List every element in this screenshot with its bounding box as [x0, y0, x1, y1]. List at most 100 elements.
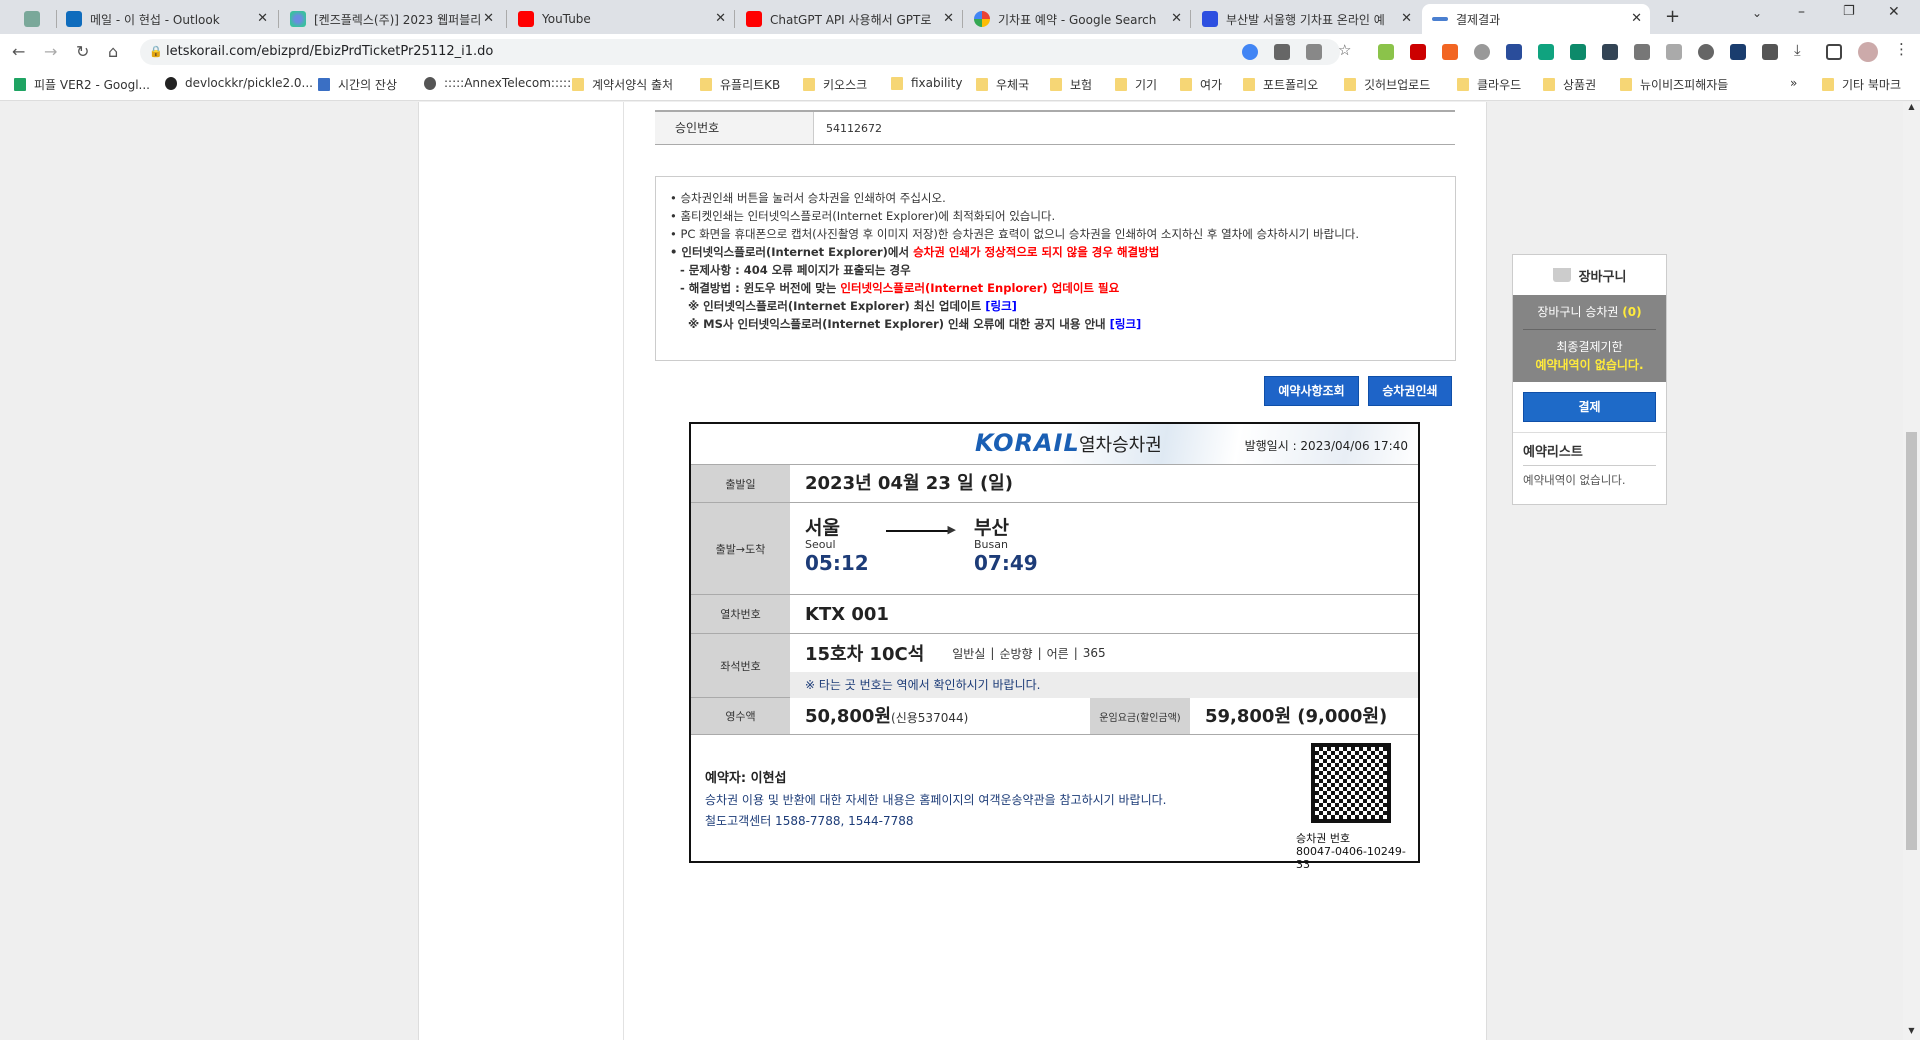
extension-icon[interactable] [1506, 44, 1522, 60]
forward-icon[interactable]: → [44, 42, 57, 61]
puzzle-icon[interactable] [1762, 44, 1778, 60]
close-tab-icon[interactable]: ✕ [257, 11, 268, 26]
tab-payment-result[interactable]: 결제결과 ✕ [1422, 4, 1650, 34]
ie-update-link[interactable]: [링크] [985, 299, 1017, 313]
cart-title: 장바구니 [1578, 269, 1627, 285]
close-tab-icon[interactable]: ✕ [943, 11, 954, 26]
tab-outlook[interactable]: 메일 - 이 현섭 - Outlook ✕ [56, 4, 276, 34]
menu-icon[interactable]: ⋮ [1894, 40, 1910, 58]
ms-notice-link[interactable]: [링크] [1110, 317, 1142, 331]
reservation-inquiry-button[interactable]: 예약사항조회 [1264, 376, 1359, 406]
folder-icon [891, 76, 903, 90]
bookmark-folder[interactable]: 뉴이비즈피해자들 [1620, 76, 1728, 93]
extension-icon[interactable] [1570, 44, 1586, 60]
folder-icon [1243, 78, 1255, 91]
back-icon[interactable]: ← [12, 42, 25, 61]
bookmark-folder[interactable]: 키오스크 [803, 76, 867, 93]
notice-line: • 인터넷익스플로러(Internet Explorer)에서 승차권 인쇄가 … [670, 245, 1160, 259]
bookmarks-bar: 피플 VER2 - Googl... devlockkr/pickle2.0..… [0, 68, 1920, 101]
restore-button[interactable]: ❐ [1843, 4, 1855, 19]
tab-bar: 메일 - 이 현섭 - Outlook ✕ [켄즈플렉스(주)] 2023 웹퍼블… [0, 0, 1920, 34]
bookmark-folder[interactable]: 보험 [1050, 76, 1092, 93]
avatar[interactable] [1858, 42, 1878, 62]
bookmark-item[interactable]: :::::AnnexTelecom::::: [424, 76, 571, 90]
bookmark-item[interactable]: 시간의 잔상 [318, 76, 397, 93]
extension-icon[interactable] [1538, 44, 1554, 60]
tab-chatgpt-api[interactable]: ChatGPT API 사용해서 GPT로 ✕ [736, 4, 962, 34]
close-tab-icon[interactable]: ✕ [1401, 11, 1412, 26]
bookmark-folder[interactable]: 포트폴리오 [1243, 76, 1318, 93]
tab-search-icon[interactable]: ⌄ [1752, 6, 1762, 20]
lock-icon: 🔒 [149, 45, 163, 58]
bookmark-folder[interactable]: 깃허브업로드 [1344, 76, 1430, 93]
address-bar-row: ← → ↻ ⌂ 🔒 letskorail.com/ebizprd/EbizPrdT… [0, 34, 1920, 68]
scrollbar-thumb[interactable] [1906, 432, 1917, 850]
notice-line: - 문제사항 : 404 오류 페이지가 표출되는 경우 [680, 263, 911, 277]
close-tab-icon[interactable]: ✕ [483, 11, 494, 26]
bookmark-item[interactable]: devlockkr/pickle2.0... [165, 76, 313, 90]
extension-icon[interactable] [1442, 44, 1458, 60]
issued-datetime: 발행일시 : 2023/04/06 17:40 [1244, 439, 1408, 453]
notice-line: ※ MS사 인터넷익스플로러(Internet Explorer) 인쇄 오류에… [688, 317, 1142, 331]
departure-station: 서울 Seoul 05:12 [805, 517, 869, 575]
minimize-button[interactable]: – [1798, 4, 1805, 20]
arrival-station: 부산 Busan 07:49 [974, 517, 1038, 575]
scroll-up-icon[interactable]: ▲ [1903, 102, 1920, 111]
bookmark-folder[interactable]: 여가 [1180, 76, 1222, 93]
scrollbar[interactable]: ▲ ▼ [1903, 102, 1920, 1040]
folder-icon [803, 78, 815, 91]
download-icon[interactable]: ⤓ [1794, 41, 1810, 59]
star-icon[interactable]: ☆ [1338, 41, 1354, 59]
customer-center: 철도고객센터 1588-7788, 1544-7788 [705, 814, 914, 828]
tab-google-search[interactable]: 기차표 예약 - Google Search ✕ [964, 4, 1190, 34]
tab-busan-seoul[interactable]: 부산발 서울행 기차표 온라인 예 ✕ [1192, 4, 1420, 34]
bookmark-folder[interactable]: 클라우드 [1457, 76, 1521, 93]
bookmark-item[interactable]: 피플 VER2 - Googl... [14, 76, 150, 93]
home-icon[interactable]: ⌂ [108, 42, 118, 61]
new-tab-button[interactable]: + [1665, 6, 1680, 27]
extension-icon[interactable] [1378, 44, 1394, 60]
scroll-down-icon[interactable]: ▼ [1903, 1026, 1920, 1035]
reload-icon[interactable]: ↻ [76, 42, 89, 61]
bookmark-folder[interactable]: 계약서양식 출처 [572, 76, 673, 93]
pdf-icon[interactable] [1410, 44, 1426, 60]
google-lens-icon[interactable] [1242, 44, 1258, 60]
extension-icon[interactable] [1730, 44, 1746, 60]
bookmark-folder[interactable]: 상품권 [1543, 76, 1596, 93]
bookmark-folder[interactable]: 우체국 [976, 76, 1029, 93]
print-ticket-button[interactable]: 승차권인쇄 [1368, 376, 1452, 406]
folder-icon [1457, 78, 1469, 91]
close-tab-icon[interactable]: ✕ [715, 11, 726, 26]
folder-icon [1180, 78, 1192, 91]
bookmark-folder[interactable]: 유플리트KB [700, 76, 780, 93]
tab-youtube[interactable]: YouTube ✕ [508, 4, 734, 34]
camera-icon[interactable] [1666, 44, 1682, 60]
fare-amount: 59,800원 (9,000원) [1205, 706, 1388, 727]
other-bookmarks[interactable]: 기타 북마크 [1822, 76, 1901, 93]
extension-icon[interactable] [1474, 44, 1490, 60]
bookmark-folder[interactable]: fixability [891, 76, 962, 90]
extension-icon[interactable] [1602, 44, 1618, 60]
close-tab-icon[interactable]: ✕ [1631, 11, 1642, 26]
reservation-list-title: 예약리스트 [1523, 441, 1656, 466]
share-icon[interactable] [1306, 44, 1322, 60]
key-icon[interactable] [1274, 44, 1290, 60]
bookmarks-overflow-button[interactable]: » [1790, 76, 1797, 90]
url-input[interactable]: 🔒 letskorail.com/ebizprd/EbizPrdTicketPr2… [140, 39, 1340, 65]
tab-chatgpt[interactable] [14, 4, 54, 34]
side-panel-icon[interactable] [1826, 44, 1842, 60]
ticket-footer: 예약자: 이현섭 승차권 이용 및 반환에 대한 자세한 내용은 홈페이지의 여… [691, 735, 1418, 871]
notice-box: • 승차권인쇄 버튼을 눌러서 승차권을 인쇄하여 주십시오. • 홈티켓인쇄는… [655, 176, 1456, 361]
google-icon [974, 11, 990, 27]
extension-icon[interactable] [1698, 44, 1714, 60]
tab-webpublisher[interactable]: [켄즈플렉스(주)] 2023 웹퍼블리 ✕ [280, 4, 502, 34]
close-tab-icon[interactable]: ✕ [1171, 11, 1182, 26]
folder-icon [1344, 78, 1356, 91]
pay-button[interactable]: 결제 [1523, 392, 1656, 422]
seat-number: 15호차 10C석 [805, 644, 925, 665]
booker-name: 예약자: 이현섭 [705, 771, 787, 786]
t-icon [1202, 11, 1218, 27]
download-ext-icon[interactable] [1634, 44, 1650, 60]
close-window-button[interactable]: ✕ [1888, 4, 1900, 20]
bookmark-folder[interactable]: 기기 [1115, 76, 1157, 93]
